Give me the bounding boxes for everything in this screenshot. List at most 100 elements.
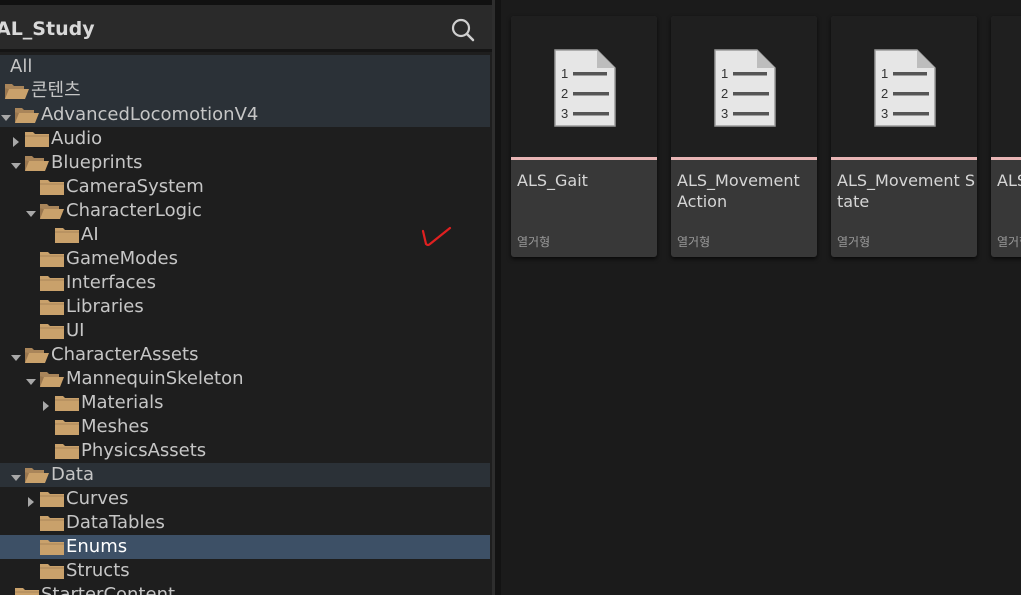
- asset-name: ALS_Stance: [997, 171, 1021, 190]
- tree-item-advancedlocomotionv4[interactable]: AdvancedLocomotionV4: [0, 103, 490, 127]
- folder-open-icon: [39, 370, 65, 388]
- chevron-right-icon[interactable]: [40, 397, 52, 411]
- folder-icon: [54, 226, 80, 244]
- chevron-down-icon[interactable]: [0, 109, 12, 121]
- folder-icon: [24, 130, 50, 148]
- tree-item-gamemodes[interactable]: GameModes: [0, 247, 490, 271]
- asset-thumbnail: 1 2 3: [511, 16, 657, 159]
- svg-text:3: 3: [721, 106, 728, 121]
- sources-header: AL_Study: [0, 5, 492, 49]
- tree-item-startercontent[interactable]: StarterContent: [0, 583, 490, 595]
- enum-document-icon: 1 2 3: [874, 49, 936, 127]
- folder-icon: [39, 322, 65, 340]
- asset-thumbnail: 1 2 3: [831, 16, 977, 159]
- svg-text:2: 2: [721, 86, 728, 101]
- folder-open-icon: [4, 82, 30, 100]
- chevron-down-icon[interactable]: [10, 469, 22, 481]
- tree-item--[interactable]: 콘텐츠: [0, 79, 490, 103]
- tree-item-label: Blueprints: [51, 152, 143, 173]
- svg-text:1: 1: [881, 66, 888, 81]
- folder-open-icon: [39, 202, 65, 220]
- content-browser: AL_Study All 콘텐츠 AdvancedLocomotionV4 Audio…: [0, 0, 1021, 595]
- tree-item-meshes[interactable]: Meshes: [0, 415, 490, 439]
- svg-text:3: 3: [561, 106, 568, 121]
- enum-document-icon: 1 2 3: [714, 49, 776, 127]
- asset-name: ALS_Movement Action: [677, 171, 800, 211]
- svg-text:3: 3: [881, 106, 888, 121]
- asset-card[interactable]: 1 2 3 ALS_Gait 열거형: [511, 16, 657, 257]
- tree-item-label: AI: [81, 224, 99, 245]
- tree-item-mannequinskeleton[interactable]: MannequinSkeleton: [0, 367, 490, 391]
- folder-icon: [39, 250, 65, 268]
- tree-item-label: MannequinSkeleton: [66, 368, 244, 389]
- tree-item-ui[interactable]: UI: [0, 319, 490, 343]
- tree-item-label: CharacterAssets: [51, 344, 199, 365]
- tree-item-physicsassets[interactable]: PhysicsAssets: [0, 439, 490, 463]
- tree-item-camerasystem[interactable]: CameraSystem: [0, 175, 490, 199]
- tree-item-label: CameraSystem: [66, 176, 204, 197]
- enum-document-icon: 1 2 3: [554, 49, 616, 127]
- chevron-right-icon[interactable]: [10, 133, 22, 147]
- tree-item-enums[interactable]: Enums: [0, 535, 490, 559]
- tree-item-libraries[interactable]: Libraries: [0, 295, 490, 319]
- tree-item-datatables[interactable]: DataTables: [0, 511, 490, 535]
- svg-text:2: 2: [881, 86, 888, 101]
- tree-item-characterassets[interactable]: CharacterAssets: [0, 343, 490, 367]
- tree-item-label: GameModes: [66, 248, 179, 269]
- folder-icon: [54, 418, 80, 436]
- asset-type-stripe: [831, 157, 977, 160]
- tree-item-label: Curves: [66, 488, 129, 509]
- asset-grid: 1 2 3 ALS_Gait 열거형 1 2 3 ALS_Movement Action 열거형 1…: [501, 0, 1021, 595]
- search-icon[interactable]: [448, 15, 478, 45]
- chevron-right-icon[interactable]: [25, 493, 37, 507]
- folder-tree: All 콘텐츠 AdvancedLocomotionV4 Audio Blueprint…: [0, 55, 490, 595]
- chevron-down-icon[interactable]: [25, 205, 37, 217]
- sources-panel: AL_Study All 콘텐츠 AdvancedLocomotionV4 Audio…: [0, 0, 495, 595]
- asset-name: ALS_Gait: [517, 171, 588, 190]
- tree-item-label: Libraries: [66, 296, 144, 317]
- tree-item-label: PhysicsAssets: [81, 440, 207, 461]
- asset-type-stripe: [511, 157, 657, 160]
- folder-icon: [14, 586, 40, 595]
- tree-item-curves[interactable]: Curves: [0, 487, 490, 511]
- chevron-down-icon[interactable]: [25, 373, 37, 385]
- asset-thumbnail: 1 2 3: [671, 16, 817, 159]
- tree-item-blueprints[interactable]: Blueprints: [0, 151, 490, 175]
- tree-item-characterlogic[interactable]: CharacterLogic: [0, 199, 490, 223]
- svg-text:1: 1: [561, 66, 568, 81]
- tree-item-materials[interactable]: Materials: [0, 391, 490, 415]
- asset-type-label: 열거형: [517, 235, 551, 249]
- chevron-down-icon[interactable]: [10, 349, 22, 361]
- tree-item-audio[interactable]: Audio: [0, 127, 490, 151]
- header-divider: [0, 49, 492, 52]
- folder-icon: [54, 394, 80, 412]
- tree-item-structs[interactable]: Structs: [0, 559, 490, 583]
- tree-item-label: DataTables: [66, 512, 165, 533]
- folder-icon: [39, 538, 65, 556]
- tree-item-label: UI: [66, 320, 85, 341]
- svg-text:2: 2: [561, 86, 568, 101]
- tree-item-interfaces[interactable]: Interfaces: [0, 271, 490, 295]
- folder-icon: [39, 178, 65, 196]
- tree-item-label: Data: [51, 464, 94, 485]
- asset-card[interactable]: 1 2 3 ALS_Movement State 열거형: [831, 16, 977, 257]
- folder-open-icon: [14, 106, 40, 124]
- asset-type-stripe: [991, 157, 1021, 160]
- tree-item-ai[interactable]: AI: [0, 223, 490, 247]
- tree-item-label: Meshes: [81, 416, 149, 437]
- chevron-down-icon[interactable]: [10, 157, 22, 169]
- tree-item-data[interactable]: Data: [0, 463, 490, 487]
- folder-open-icon: [24, 466, 50, 484]
- folder-open-icon: [24, 346, 50, 364]
- asset-type-label: 열거형: [997, 235, 1021, 249]
- asset-card[interactable]: 1 2 3 ALS_Movement Action 열거형: [671, 16, 817, 257]
- svg-text:1: 1: [721, 66, 728, 81]
- asset-type-stripe: [671, 157, 817, 160]
- folder-icon: [54, 442, 80, 460]
- tree-item-all[interactable]: All: [0, 55, 490, 79]
- asset-name: ALS_Movement State: [837, 171, 976, 211]
- tree-item-label: StarterContent: [41, 584, 176, 595]
- folder-icon: [39, 490, 65, 508]
- asset-card[interactable]: 123 ALS_Stance 열거형: [991, 16, 1021, 257]
- tree-item-label: CharacterLogic: [66, 200, 202, 221]
